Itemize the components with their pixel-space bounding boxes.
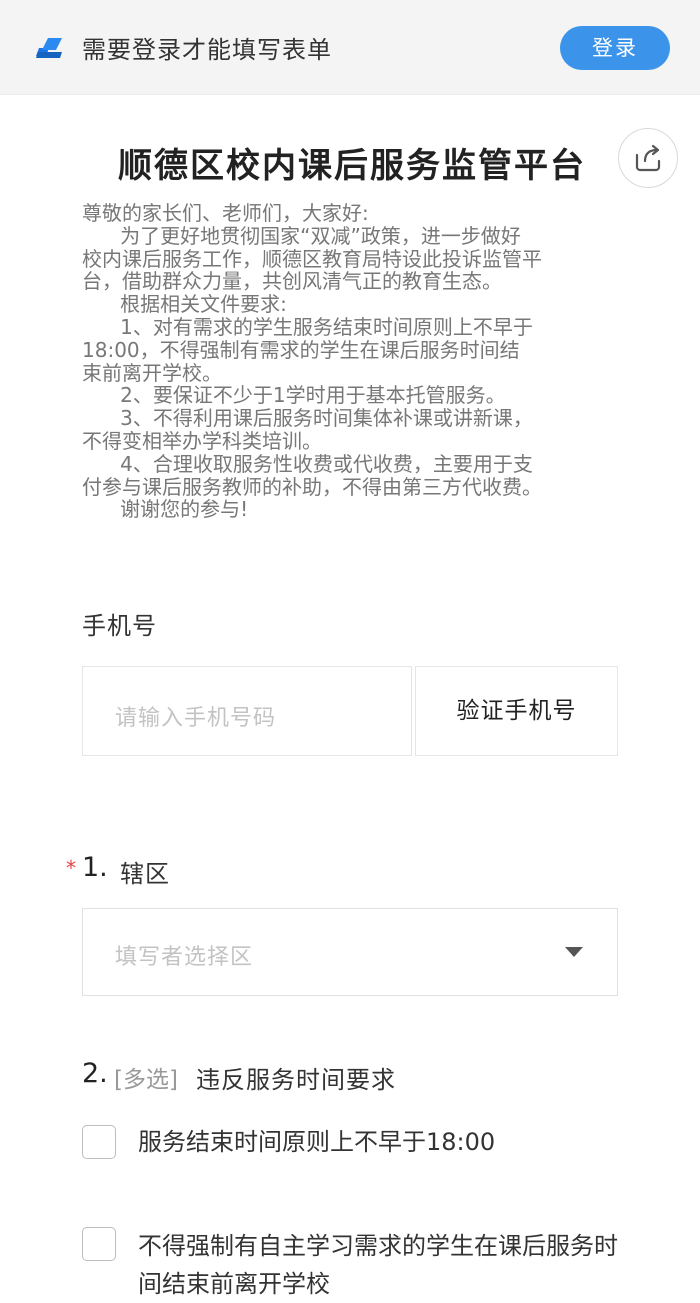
option-2-label[interactable]: 不得强制有自主学习需求的学生在课后服务时间结束前离开学校 xyxy=(138,1227,618,1303)
intro-line: 2、要保证不少于1学时用于基本托管服务。 xyxy=(82,383,506,408)
form-logo-icon xyxy=(36,38,62,58)
required-mark: * xyxy=(66,856,76,880)
login-button[interactable]: 登录 xyxy=(560,26,670,70)
login-prompt-bar: 需要登录才能填写表单 登录 xyxy=(0,0,700,95)
intro-line: 谢谢您的参与! xyxy=(82,497,249,522)
intro-line: 根据相关文件要求: xyxy=(82,292,287,317)
question-1-number: 1. xyxy=(82,852,108,883)
intro-line: 18:00，不得强制有需求的学生在课后服务时间结 xyxy=(82,337,520,362)
phone-input[interactable]: 请输入手机号码 xyxy=(82,666,412,756)
multi-select-tag: [多选] xyxy=(114,1067,178,1093)
option-1-checkbox[interactable] xyxy=(82,1125,116,1159)
intro-line: 为了更好地贯彻国家“双减”政策，进一步做好 xyxy=(82,223,521,248)
question-1-title: 辖区 xyxy=(120,860,170,888)
intro-text: 尊敬的家长们、老师们，大家好: 为了更好地贯彻国家“双减”政策，进一步做好 校内课… xyxy=(82,202,630,521)
phone-input-placeholder: 请输入手机号码 xyxy=(115,706,277,731)
verify-phone-button[interactable]: 验证手机号 xyxy=(415,666,618,756)
intro-line: 台，借助群众力量，共创风清气正的教育生态。 xyxy=(82,269,502,294)
intro-line: 校内课后服务工作，顺德区教育局特设此投诉监管平 xyxy=(82,246,542,271)
share-icon xyxy=(635,144,661,172)
intro-line: 不得变相举办学科类培训。 xyxy=(82,428,322,453)
district-select-placeholder: 填写者选择区 xyxy=(115,945,254,970)
phone-label: 手机号 xyxy=(82,612,157,640)
intro-line: 付参与课后服务教师的补助，不得由第三方代收费。 xyxy=(82,474,542,499)
option-2-checkbox[interactable] xyxy=(82,1227,116,1261)
share-button[interactable] xyxy=(618,128,678,188)
intro-line: 4、合理收取服务性收费或代收费，主要用于支 xyxy=(82,451,533,476)
intro-line: 1、对有需求的学生服务结束时间原则上不早于 xyxy=(82,314,533,339)
caret-down-icon xyxy=(565,947,583,957)
intro-line: 尊敬的家长们、老师们，大家好: xyxy=(82,201,369,225)
question-2-title: 违反服务时间要求 xyxy=(196,1066,396,1094)
question-2-number: 2. xyxy=(82,1058,108,1089)
option-1-label[interactable]: 服务结束时间原则上不早于18:00 xyxy=(138,1125,618,1159)
intro-line: 3、不得利用课后服务时间集体补课或讲新课， xyxy=(82,406,533,431)
page-title: 顺德区校内课后服务监管平台 xyxy=(118,146,586,186)
login-required-text: 需要登录才能填写表单 xyxy=(82,36,332,64)
intro-line: 束前离开学校。 xyxy=(82,360,222,385)
district-select[interactable]: 填写者选择区 xyxy=(82,908,618,996)
